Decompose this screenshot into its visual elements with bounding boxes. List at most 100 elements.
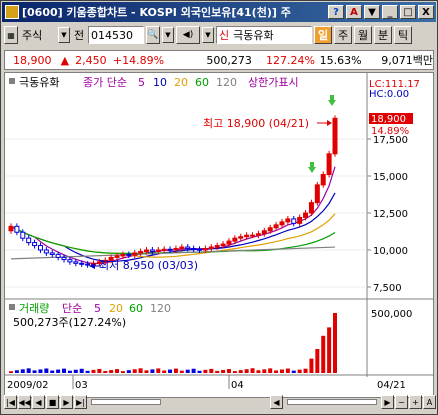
maximize-button[interactable]: □ bbox=[400, 5, 416, 19]
nav-stop-icon[interactable]: ■ bbox=[46, 395, 59, 409]
period-tick-button[interactable]: 틱 bbox=[394, 26, 412, 44]
volume-bar bbox=[62, 368, 67, 373]
zoom-out-icon[interactable]: − bbox=[395, 395, 408, 409]
price-change: 2,450 bbox=[75, 53, 107, 67]
candle-body bbox=[285, 218, 291, 223]
legend-ma-120: 120 bbox=[216, 76, 237, 89]
volume-bar bbox=[20, 369, 25, 373]
volume-bar bbox=[150, 369, 155, 373]
volume-bar bbox=[274, 370, 279, 373]
search-icon[interactable]: 🔍 bbox=[146, 26, 160, 44]
dropdown-button[interactable]: ▼ bbox=[364, 5, 380, 19]
speaker-dropdown-icon[interactable]: ▼ bbox=[202, 27, 214, 43]
volume-bar bbox=[156, 368, 161, 373]
volume-bar bbox=[79, 368, 84, 373]
limit-up-arrow-stem-2 bbox=[310, 162, 314, 167]
volume-bar bbox=[103, 370, 108, 373]
candle-body bbox=[8, 225, 14, 232]
market-dropdown-icon[interactable]: ▼ bbox=[58, 27, 70, 43]
nav-prev-icon[interactable]: ◀ bbox=[32, 395, 45, 409]
period-minute-button[interactable]: 분 bbox=[374, 26, 392, 44]
volume-bar bbox=[315, 349, 320, 373]
zoom-slider[interactable] bbox=[91, 399, 161, 405]
volume-bar bbox=[97, 368, 102, 373]
scroll-left-icon[interactable]: ◀ bbox=[270, 395, 283, 409]
nav-prev-page-icon[interactable]: ◀◀ bbox=[18, 395, 31, 409]
volume-bar bbox=[14, 370, 19, 373]
candle-body bbox=[314, 184, 320, 204]
window-title: [0600] 키움종합차트 - KOSPI 외국인보유[41(천)] 주 bbox=[22, 6, 291, 19]
volume-bar bbox=[226, 369, 231, 373]
low-annotation: 최저 8,950 (03/03) bbox=[99, 259, 198, 272]
volume-legend-menu-icon[interactable] bbox=[9, 304, 15, 310]
volume-bar bbox=[321, 335, 326, 373]
period-week-button[interactable]: 주 bbox=[334, 26, 352, 44]
nav-next-icon[interactable]: ▶ bbox=[60, 395, 73, 409]
candle-body bbox=[267, 227, 273, 232]
y-tick-label: 17,500 bbox=[373, 135, 408, 146]
chart-area[interactable]: 극동유화 종가 단순 5 10 20 60 120 상한가표시 LC:111.1… bbox=[4, 72, 434, 398]
candle-body bbox=[55, 253, 61, 258]
speaker-icon[interactable]: ◀) bbox=[176, 26, 200, 44]
candle-body bbox=[220, 243, 226, 247]
candle-body bbox=[191, 248, 197, 251]
candle-body bbox=[138, 250, 144, 254]
volume-bar bbox=[197, 370, 202, 373]
candle-body bbox=[85, 263, 91, 266]
font-size-icon[interactable]: A bbox=[423, 395, 436, 409]
volume-bar bbox=[185, 369, 190, 373]
volume-bar bbox=[168, 369, 173, 373]
candle-body bbox=[291, 218, 297, 224]
legend-ma-10: 10 bbox=[153, 76, 167, 89]
volume-bar bbox=[91, 369, 96, 373]
candle-body bbox=[179, 246, 185, 250]
candle-body bbox=[49, 252, 55, 255]
alert-button[interactable]: A bbox=[346, 5, 362, 19]
close-button[interactable]: X bbox=[418, 5, 434, 19]
candle-body bbox=[143, 249, 149, 252]
volume-legend-label: 거래량 bbox=[19, 302, 49, 315]
nav-first-icon[interactable]: |◀ bbox=[4, 395, 17, 409]
volume-bar bbox=[327, 327, 332, 373]
nav-last-icon[interactable]: ▶| bbox=[74, 395, 87, 409]
volume-bar bbox=[285, 368, 290, 373]
volume-bar bbox=[126, 370, 131, 373]
market-select[interactable]: 주식 bbox=[20, 26, 56, 44]
y-tick-label: 15,000 bbox=[373, 172, 408, 183]
code-input[interactable]: 014530 bbox=[88, 26, 144, 44]
app-icon bbox=[5, 5, 19, 19]
candle-body bbox=[255, 233, 261, 236]
volume-bar bbox=[238, 370, 243, 373]
candle-body bbox=[297, 216, 303, 224]
change-percent: +14.89% bbox=[112, 53, 165, 67]
candle-body bbox=[32, 242, 38, 247]
volume-bar bbox=[9, 371, 13, 373]
chart-grid-icon[interactable]: ▦ bbox=[4, 26, 18, 44]
candle-body bbox=[326, 153, 332, 176]
candle-body bbox=[20, 231, 26, 239]
candle-body bbox=[332, 117, 338, 155]
volume-ma-20: 20 bbox=[109, 302, 123, 315]
volume-bar bbox=[138, 368, 143, 373]
help-button[interactable]: ? bbox=[328, 5, 344, 19]
candle-body bbox=[303, 212, 309, 218]
volume-ma-label: 단순 bbox=[62, 302, 82, 315]
period-day-button[interactable]: 일 bbox=[314, 26, 332, 44]
period-month-button[interactable]: 월 bbox=[354, 26, 372, 44]
scroll-right-icon[interactable]: ▶ bbox=[381, 395, 394, 409]
stock-name-field[interactable]: 신 극동유화 bbox=[216, 26, 312, 44]
volume-bar bbox=[209, 368, 214, 373]
scroll-track[interactable] bbox=[287, 399, 377, 405]
legend-limit-label: 상한가표시 bbox=[248, 76, 299, 89]
minimize-button[interactable]: _ bbox=[382, 5, 398, 19]
zoom-in-icon[interactable]: + bbox=[409, 395, 422, 409]
current-price-box-text: 18,900 bbox=[371, 114, 406, 125]
legend-ma-60: 60 bbox=[195, 76, 209, 89]
legend-menu-icon[interactable] bbox=[9, 78, 15, 84]
volume-bar bbox=[115, 369, 120, 373]
volume-bar bbox=[144, 370, 149, 373]
volume-bar bbox=[279, 369, 284, 373]
code-dropdown-icon[interactable]: ▼ bbox=[162, 27, 174, 43]
title-bar[interactable]: [0600] 키움종합차트 - KOSPI 외국인보유[41(천)] 주 ? A… bbox=[2, 2, 436, 22]
up-arrow-icon: ▲ bbox=[60, 53, 70, 67]
